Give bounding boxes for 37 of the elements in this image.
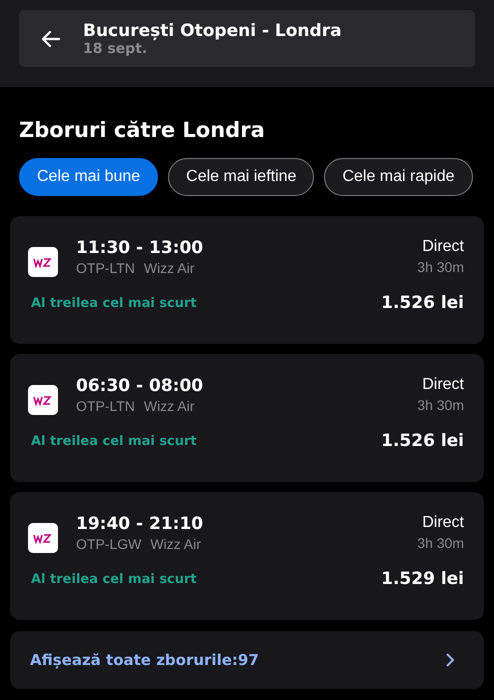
route-header[interactable]: București Otopeni - Londra 18 sept. <box>19 10 475 67</box>
flight-price: 1.526 lei <box>381 431 464 451</box>
airline-name: Wizz Air <box>144 260 194 276</box>
stops-label: Direct <box>422 238 464 256</box>
flight-price: 1.529 lei <box>381 569 464 589</box>
flight-duration: 3h 30m <box>417 535 464 551</box>
flight-duration: 3h 30m <box>417 259 464 275</box>
filter-chip[interactable]: Cele mai ieftine <box>168 158 314 196</box>
filter-chip[interactable]: Cele mai bune <box>19 158 158 196</box>
show-all-text: Afișează toate zborurile:97 <box>30 651 259 669</box>
flight-price: 1.526 lei <box>381 293 464 313</box>
airline-logo-icon <box>28 385 58 415</box>
filter-chip[interactable]: Cele mai rapide <box>324 158 473 196</box>
route-code: OTP-LGW <box>76 536 142 552</box>
flight-tag: Al treilea cel mai scurt <box>31 296 197 310</box>
flight-times: 11:30 - 13:00 <box>76 238 204 258</box>
flight-times: 06:30 - 08:00 <box>76 376 204 396</box>
airline-name: Wizz Air <box>150 536 201 552</box>
flight-card[interactable]: 11:30 - 13:00 OTP-LTN Wizz Air Direct 3h 30m Al treilea cel mai scurt 1.526 lei <box>10 216 484 344</box>
flight-tag: Al treilea cel mai scurt <box>31 434 197 448</box>
flight-tag: Al treilea cel mai scurt <box>31 572 197 586</box>
stops-label: Direct <box>422 514 464 532</box>
chevron-right-icon <box>444 652 456 668</box>
page-heading: Zboruri către Londra <box>19 118 266 142</box>
airline-logo-icon <box>28 523 58 553</box>
route-code: OTP-LTN <box>76 260 135 276</box>
stops-label: Direct <box>422 376 464 394</box>
flight-times: 19:40 - 21:10 <box>76 514 204 534</box>
flight-duration: 3h 30m <box>417 397 464 413</box>
show-all-flights-link[interactable]: Afișează toate zborurile:97 <box>10 631 484 689</box>
airline-logo-icon <box>28 247 58 277</box>
route-code: OTP-LTN <box>76 398 135 414</box>
travel-date: 18 sept. <box>83 40 148 56</box>
flight-card[interactable]: 06:30 - 08:00 OTP-LTN Wizz Air Direct 3h 30m Al treilea cel mai scurt 1.526 lei <box>10 354 484 482</box>
route-title: București Otopeni - Londra <box>83 20 342 40</box>
flight-card[interactable]: 19:40 - 21:10 OTP-LGW Wizz Air Direct 3h 30m Al treilea cel mai scurt 1.529 lei <box>10 492 484 620</box>
airline-name: Wizz Air <box>144 398 194 414</box>
